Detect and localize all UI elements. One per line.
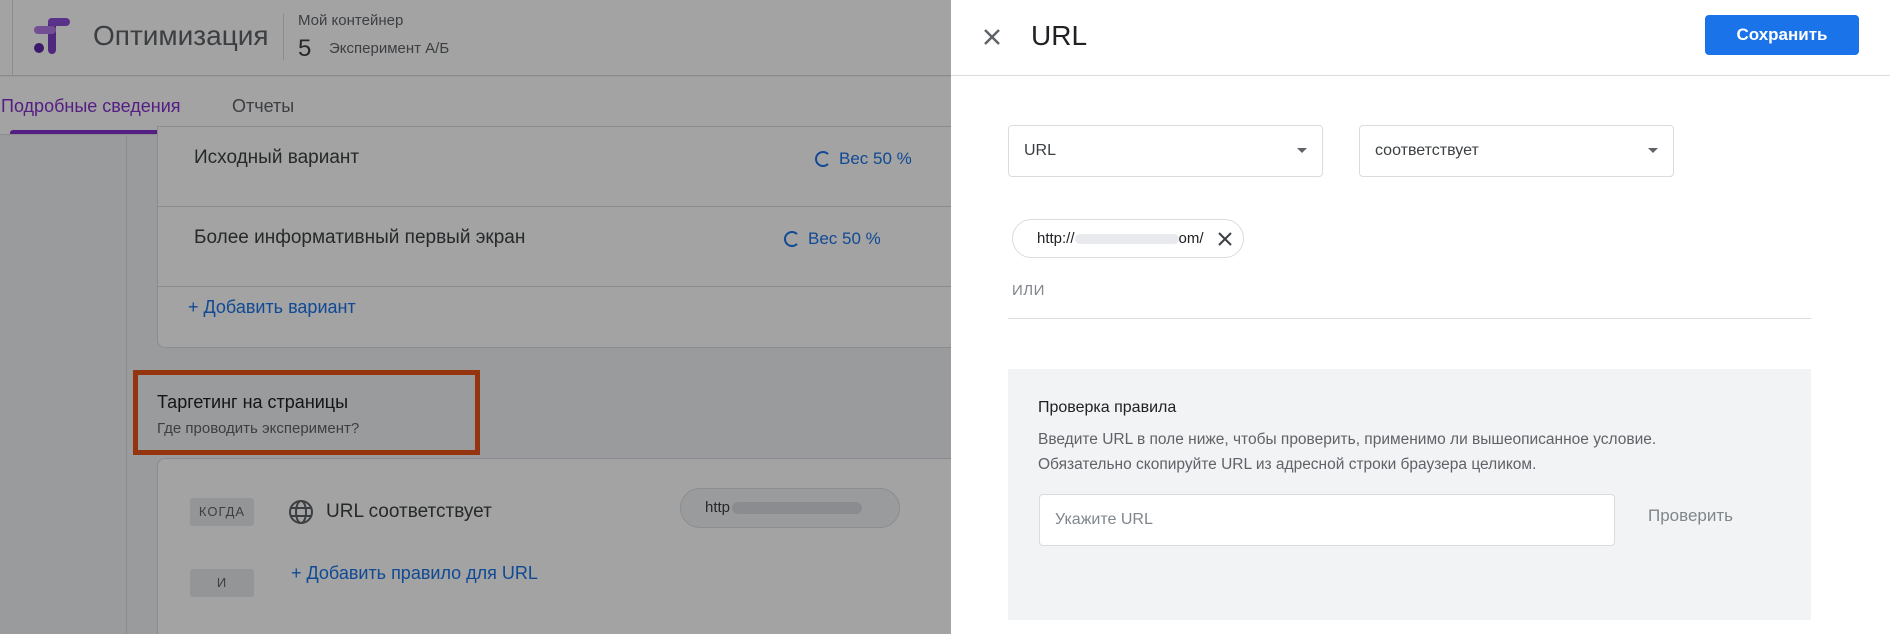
panel-header: URL Сохранить bbox=[951, 0, 1890, 76]
panel-title: URL bbox=[1031, 20, 1088, 51]
url-value-suffix: om/ bbox=[1178, 230, 1204, 247]
chevron-down-icon bbox=[1297, 148, 1307, 153]
modal-scrim[interactable] bbox=[0, 0, 951, 634]
url-rule-panel: URL Сохранить URL соответствует http:// o… bbox=[951, 0, 1890, 634]
rule-check-section: Проверка правила Введите URL в поле ниже… bbox=[1008, 369, 1811, 620]
background-app: Оптимизация Мой контейнер 5 Эксперимент … bbox=[0, 0, 951, 634]
check-url-input[interactable] bbox=[1039, 494, 1615, 546]
rule-check-description: Введите URL в поле ниже, чтобы проверить… bbox=[1038, 431, 1657, 448]
field-select-value: URL bbox=[1024, 142, 1057, 159]
url-value-prefix: http:// bbox=[1037, 230, 1075, 247]
remove-chip-icon[interactable] bbox=[1215, 229, 1235, 249]
redacted-url bbox=[1074, 234, 1179, 245]
operator-select-value: соответствует bbox=[1375, 142, 1479, 159]
input-underline bbox=[1008, 318, 1811, 319]
or-input-label[interactable]: ИЛИ bbox=[1012, 282, 1045, 299]
url-value-chip: http:// om/ bbox=[1012, 219, 1244, 258]
rule-check-description: Обязательно скопируйте URL из адресной с… bbox=[1038, 456, 1537, 473]
operator-select[interactable]: соответствует bbox=[1359, 125, 1674, 177]
chevron-down-icon bbox=[1648, 148, 1658, 153]
close-icon[interactable] bbox=[975, 20, 1009, 54]
save-button[interactable]: Сохранить bbox=[1705, 15, 1859, 55]
field-select[interactable]: URL bbox=[1008, 125, 1323, 177]
rule-check-title: Проверка правила bbox=[1038, 399, 1177, 416]
check-button[interactable]: Проверить bbox=[1648, 506, 1733, 526]
